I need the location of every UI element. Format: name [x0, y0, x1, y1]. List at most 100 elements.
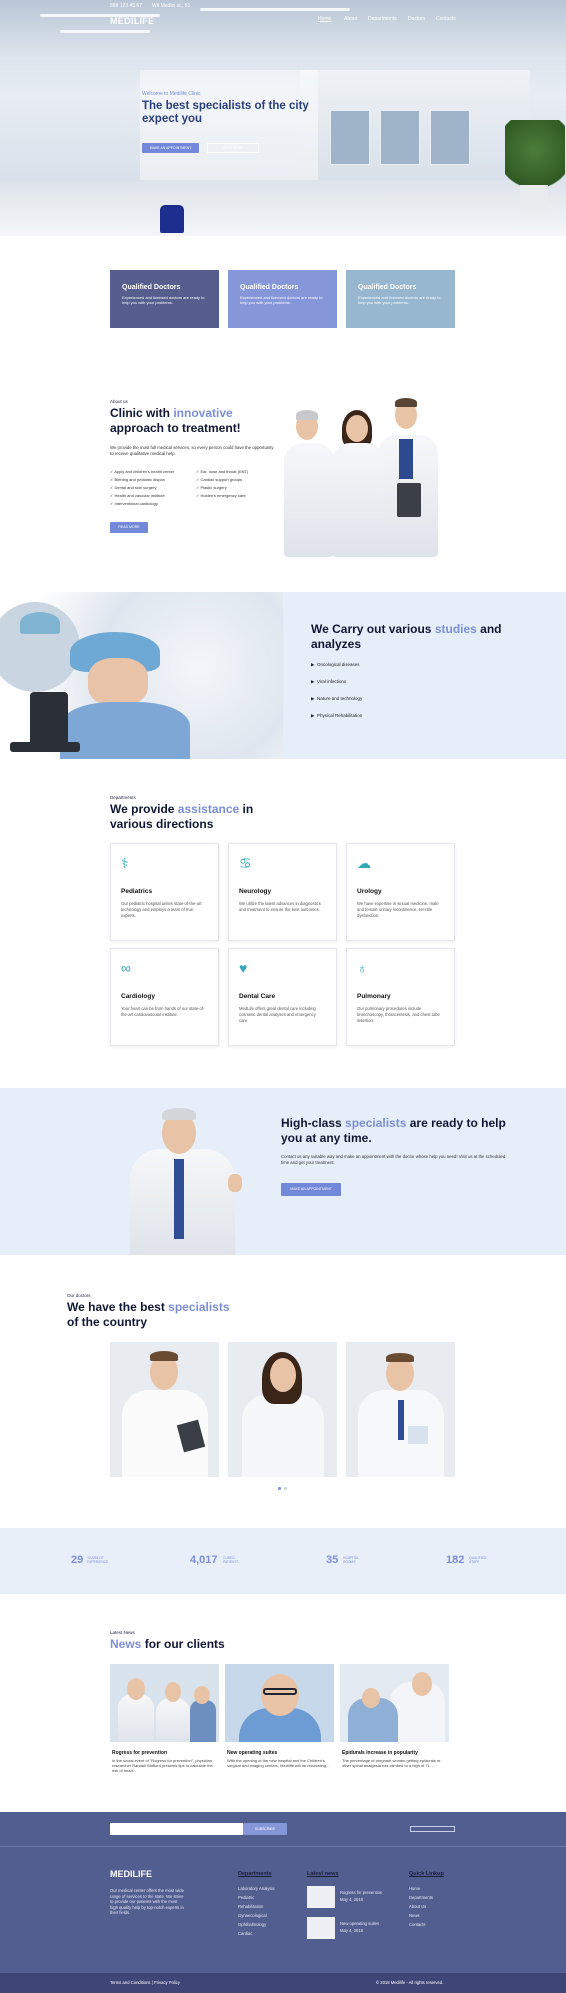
about-read-more-button[interactable]: READ MORE: [110, 522, 148, 533]
check-item: ✓ Cardiac support groups: [196, 477, 243, 482]
footer-link-button[interactable]: [410, 1826, 455, 1832]
check-item: ✓ Health and vascular institute: [110, 493, 165, 498]
address-text: Wit Medlin st., 51: [152, 3, 191, 9]
make-appointment-button[interactable]: MAKE AN APPOINTMENT: [142, 143, 199, 153]
department-card-cardiology[interactable]: ∞ Cardiology Your heart can be from hand…: [110, 948, 219, 1046]
logo[interactable]: MEDILIFE: [110, 16, 154, 26]
feature-card-3: Qualified Doctors Experienced and licens…: [346, 270, 455, 328]
footer-dept-link[interactable]: Pediatric: [238, 1895, 254, 1900]
footer-dept-link[interactable]: Laboratory Analysis: [238, 1886, 275, 1891]
news-card-2[interactable]: New operating suites With the opening of…: [225, 1664, 334, 1768]
news-card-title: New operating suites: [227, 1750, 278, 1756]
tooth-icon: ♁: [357, 960, 368, 976]
department-card-neurology[interactable]: ♋ Neurology We utilize the latest advanc…: [228, 843, 337, 941]
news-card-1[interactable]: Rogress for prevention In the social eve…: [110, 1664, 219, 1773]
footer: [0, 1812, 566, 1993]
news-card-title: Epidurals increase in popularity: [342, 1750, 418, 1756]
footer-news-thumb[interactable]: [307, 1886, 335, 1908]
footer-logo[interactable]: MEDILIFE: [110, 1869, 152, 1879]
department-title: Cardiology: [121, 993, 155, 1000]
footer-news-date: May 4, 2018: [340, 1928, 364, 1933]
stat-value: 4,017: [190, 1554, 218, 1566]
cta-appointment-button[interactable]: MAKE AN APPOINTMENT: [281, 1183, 341, 1196]
footer-quick-link[interactable]: News: [409, 1913, 419, 1918]
cta-title: High-class specialists are ready to help…: [281, 1116, 506, 1145]
studies-title: We Carry out various studies and analyze…: [311, 622, 502, 651]
brain-icon: ☁: [357, 855, 371, 871]
study-item: ▶ Viral infections: [311, 679, 347, 684]
footer-quick-link[interactable]: About Us: [409, 1904, 426, 1909]
stethoscope-icon: ⚕: [121, 855, 129, 871]
footer-about-text: Our medical center offers the most wide …: [110, 1888, 184, 1915]
footer-dept-link[interactable]: Cardiac: [238, 1931, 252, 1936]
check-item: ✓ Birthing and pediatric dispan: [110, 477, 165, 482]
subscribe-email-input[interactable]: [110, 1823, 243, 1835]
feature-title: Qualified Doctors: [358, 284, 417, 291]
doctor-card-3[interactable]: [346, 1342, 455, 1477]
news-card-title: Rogress for prevention: [112, 1750, 168, 1756]
feature-card-2: Qualified Doctors Experienced and licens…: [228, 270, 337, 328]
news-image: [110, 1664, 219, 1742]
footer-news-thumb[interactable]: [307, 1917, 335, 1939]
department-text: Our pediatric hospital unites state-of-t…: [121, 901, 202, 918]
department-card-pediatrics[interactable]: ⚕ Pediatrics Our pediatric hospital unit…: [110, 843, 219, 941]
stat-label: HOSPITAL ROOMS: [343, 1556, 360, 1564]
department-card-dental-care[interactable]: ♥ Dental Care MedLife offers great denta…: [228, 948, 337, 1046]
study-item: ▶ Physical Rehabilitation: [311, 713, 363, 718]
department-text: MedLife offers great dental care includi…: [239, 1006, 316, 1023]
doctors-eyebrow: Our doctors: [67, 1293, 91, 1298]
department-text: We utilize the latest advances in diagno…: [239, 901, 321, 912]
doctor-card-1[interactable]: [110, 1342, 219, 1477]
footer-dept-link[interactable]: Ophthalmology: [238, 1922, 266, 1927]
footer-dept-link[interactable]: Rehabilitation: [238, 1904, 263, 1909]
footer-news-link[interactable]: New operating suites: [340, 1921, 379, 1926]
read-more-button[interactable]: READ MORE: [207, 143, 259, 153]
about-eyebrow: About us: [110, 399, 128, 404]
news-image: [225, 1664, 334, 1742]
department-text: We have expertise in sexual medicine, ma…: [357, 901, 439, 918]
nav-home[interactable]: Home: [318, 16, 331, 22]
department-card-pulmonary[interactable]: ♁ Pulmonary Our pulmonary procedures inc…: [346, 948, 455, 1046]
study-item: ▶ Oncological diseases: [311, 662, 360, 667]
about-title: Clinic with innovative approach to treatm…: [110, 406, 241, 435]
doctor-card-2[interactable]: [228, 1342, 337, 1477]
doctors-title: We have the best specialists of the count…: [67, 1300, 230, 1329]
department-title: Pediatrics: [121, 888, 153, 895]
footer-quick-link[interactable]: Departments: [409, 1895, 433, 1900]
department-text: Your heart can be from hands of our stat…: [121, 1006, 205, 1017]
feature-text: Experienced and licensed doctors are rea…: [122, 295, 205, 305]
nav-doctors[interactable]: Doctors: [408, 16, 425, 22]
footer-dept-link[interactable]: Gynaecological: [238, 1913, 267, 1918]
carousel-dot[interactable]: [284, 1487, 287, 1490]
feature-title: Qualified Doctors: [122, 284, 181, 291]
terms-privacy-link[interactable]: Terms and Conditions | Privacy Policy: [110, 1980, 180, 1985]
stat-value: 35: [326, 1554, 339, 1566]
department-card-urology[interactable]: ☁ Urology We have expertise in sexual me…: [346, 843, 455, 941]
footer-news-title: Latest news: [307, 1871, 339, 1877]
footer-quick-link[interactable]: Home: [409, 1886, 420, 1891]
feature-card-1: Qualified Doctors Experienced and licens…: [110, 270, 219, 328]
footer-quick-link[interactable]: Contacts: [409, 1922, 426, 1927]
lab-microscope-image: [0, 592, 283, 759]
carousel-dot-active[interactable]: [278, 1487, 281, 1490]
subscribe-button[interactable]: SUBSCRIBE: [243, 1823, 287, 1835]
news-card-text: In the social event of "Rogress for prev…: [112, 1758, 213, 1773]
check-item: ✓ Interventional cardiology: [110, 501, 158, 506]
nav-contacts[interactable]: Contacts: [436, 16, 456, 22]
footer-bottom-bar: [0, 1973, 566, 1993]
nav-about[interactable]: About: [344, 16, 357, 22]
footer-quick-title: Quick Linkup: [409, 1871, 444, 1877]
department-title: Dental Care: [239, 993, 276, 1000]
department-title: Pulmonary: [357, 993, 391, 1000]
check-item: ✓ Holden's emergency care: [196, 493, 246, 498]
news-title: News for our clients: [110, 1637, 225, 1651]
footer-news-date: May 4, 2018: [340, 1897, 364, 1902]
kidney-icon: ∞: [121, 960, 131, 976]
cta-section: [0, 1088, 566, 1255]
news-card-3[interactable]: Epidurals increase in popularity The per…: [340, 1664, 449, 1768]
news-card-text: The percentage of pregnant women getting…: [342, 1758, 441, 1768]
footer-departments-title: Departments: [238, 1871, 272, 1877]
footer-news-link[interactable]: Rogress for prevention: [340, 1890, 382, 1895]
nav-departments[interactable]: Departments: [368, 16, 397, 22]
news-image: [340, 1664, 449, 1742]
